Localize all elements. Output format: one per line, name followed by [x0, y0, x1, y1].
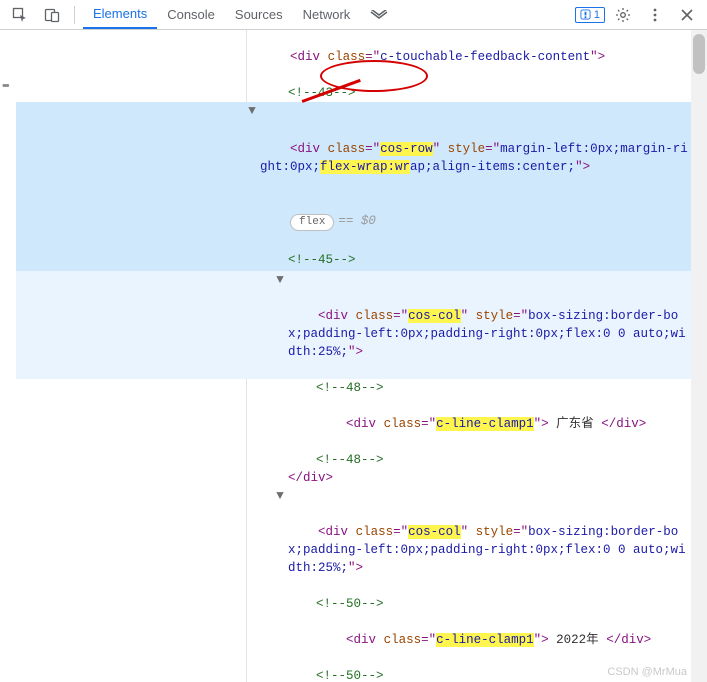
toolbar-divider — [74, 6, 75, 24]
dom-node[interactable]: <div class="c-line-clamp1"> 2022年 </div> — [16, 613, 691, 667]
tab-console[interactable]: Console — [157, 0, 225, 29]
dom-tree[interactable]: <div class="c-touchable-feedback-content… — [16, 30, 691, 682]
tab-network[interactable]: Network — [293, 0, 361, 29]
issues-count: 1 — [594, 9, 600, 21]
tab-elements[interactable]: Elements — [83, 0, 157, 29]
settings-gear-icon[interactable] — [609, 1, 637, 29]
vertical-scrollbar[interactable] — [691, 30, 707, 682]
inspect-icon[interactable] — [6, 1, 34, 29]
dom-comment[interactable]: <!--48--> — [16, 379, 691, 397]
panel-tabs: Elements Console Sources Network — [83, 0, 398, 29]
watermark: CSDN @MrMua — [607, 666, 687, 678]
flex-badge[interactable]: flex — [290, 214, 334, 231]
device-toggle-icon[interactable] — [38, 1, 66, 29]
devtools-toolbar: Elements Console Sources Network 1 — [0, 0, 707, 30]
dom-comment[interactable]: <!--43--> — [16, 84, 691, 102]
tab-sources[interactable]: Sources — [225, 0, 293, 29]
dom-node[interactable]: ▼ <div class="cos-col" style="box-sizing… — [16, 487, 691, 595]
dom-comment[interactable]: <!--50--> — [16, 595, 691, 613]
dom-comment[interactable]: <!--48--> — [16, 451, 691, 469]
issues-badge[interactable]: 1 — [575, 7, 605, 23]
expand-caret-icon[interactable]: ▼ — [246, 102, 258, 120]
close-icon[interactable] — [673, 1, 701, 29]
dom-node-selected[interactable]: ▼ <div class="cos-row" style="margin-lef… — [16, 102, 691, 251]
tabs-overflow-icon[interactable] — [360, 0, 398, 29]
scrollbar-thumb[interactable] — [693, 34, 705, 74]
left-gutter: ••• — [0, 30, 16, 682]
kebab-menu-icon[interactable] — [641, 1, 669, 29]
dom-node-fragment[interactable]: <div class="c-touchable-feedback-content… — [16, 30, 691, 84]
console-ref: == $0 — [338, 214, 376, 228]
expand-caret-icon[interactable]: ▼ — [274, 487, 286, 505]
dom-comment[interactable]: <!--50--> — [16, 667, 691, 682]
expand-caret-icon[interactable]: ▼ — [274, 271, 286, 289]
dom-node[interactable]: <div class="c-line-clamp1"> 广东省 </div> — [16, 397, 691, 451]
dom-comment[interactable]: <!--45--> — [16, 251, 691, 271]
collapsed-indicator-icon[interactable]: ••• — [2, 80, 8, 92]
dom-node[interactable]: ▼ <div class="cos-col" style="box-sizing… — [16, 271, 691, 379]
dom-node-close[interactable]: </div> — [16, 469, 691, 487]
